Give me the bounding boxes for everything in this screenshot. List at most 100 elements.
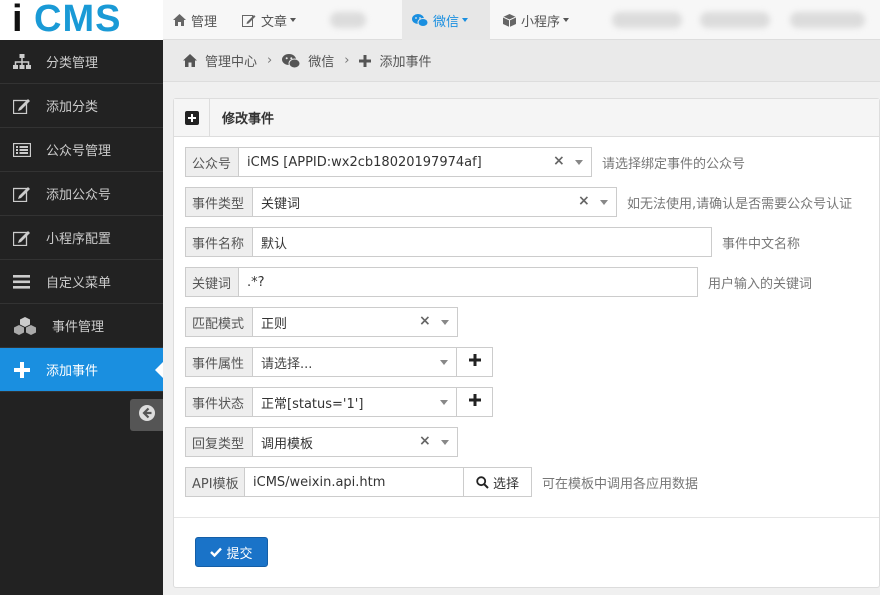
sidebar-item-miniprogram-config[interactable]: 小程序配置 <box>0 216 163 260</box>
choose-template-label: 选择 <box>493 476 520 492</box>
breadcrumb: 管理中心 › 微信 › 添加事件 <box>163 40 880 82</box>
edit-icon <box>12 228 32 248</box>
list-icon <box>12 140 32 160</box>
top-navbar: i CMS 管理 文章 微信 小程序 <box>0 0 880 40</box>
event-attr-row: 事件属性 请选择... <box>185 347 493 377</box>
wechat-icon <box>282 53 301 68</box>
bars-icon <box>12 272 32 292</box>
search-icon <box>476 475 489 489</box>
breadcrumb-item-wechat[interactable]: 微信 <box>308 51 334 70</box>
event-attr-select[interactable]: 请选择... <box>253 347 457 377</box>
plus-square-icon <box>174 98 210 137</box>
api-template-input[interactable]: iCMS/weixin.api.htm <box>245 467 464 497</box>
event-name-value: 默认 <box>261 236 288 252</box>
account-select[interactable]: iCMS [APPID:wx2cb18020197974af] × <box>239 147 592 177</box>
keyword-row: 关键词 .*? 用户输入的关键词 <box>185 267 812 297</box>
match-mode-select[interactable]: 正则 × <box>253 307 458 337</box>
sidebar-item-label: 添加公众号 <box>46 188 112 203</box>
blurred-nav <box>330 12 366 28</box>
nav-wechat[interactable]: 微信 <box>402 0 490 40</box>
clear-icon[interactable]: × <box>578 193 590 209</box>
sidebar-item-event-manage[interactable]: 事件管理 <box>0 304 163 348</box>
submit-button[interactable]: 提交 <box>195 537 268 567</box>
blurred-nav <box>700 12 770 28</box>
arrow-circle-left-icon <box>138 405 155 425</box>
event-type-help: 如无法使用,请确认是否需要公众号认证 <box>627 196 853 212</box>
chevron-right-icon: › <box>267 53 273 68</box>
account-label: 公众号 <box>185 147 239 177</box>
nav-manage[interactable]: 管理 <box>163 0 227 40</box>
api-template-value: iCMS/weixin.api.htm <box>253 474 386 490</box>
match-mode-row: 匹配模式 正则 × <box>185 307 458 337</box>
clear-icon[interactable]: × <box>419 313 431 329</box>
sidebar-item-label: 自定义菜单 <box>46 276 112 291</box>
sidebar-item-label: 添加分类 <box>46 100 99 115</box>
edit-event-panel: 修改事件 公众号 iCMS [APPID:wx2cb18020197974af]… <box>173 98 880 588</box>
account-help: 请选择绑定事件的公众号 <box>602 156 746 172</box>
sidebar-item-account-manage[interactable]: 公众号管理 <box>0 128 163 172</box>
logo[interactable]: i CMS <box>0 0 163 40</box>
wechat-icon <box>412 13 428 27</box>
add-event-attr-button[interactable] <box>457 347 493 377</box>
caret-down-icon <box>440 360 448 365</box>
sidebar-collapse-button[interactable] <box>130 399 163 431</box>
event-type-row: 事件类型 关键词 × 如无法使用,请确认是否需要公众号认证 <box>185 187 852 217</box>
home-icon <box>183 54 197 67</box>
chevron-down-icon <box>462 18 469 22</box>
reply-type-select[interactable]: 调用模板 × <box>253 427 458 457</box>
sidebar-item-category-manage[interactable]: 分类管理 <box>0 40 163 84</box>
cube-icon <box>503 13 516 27</box>
caret-down-icon <box>441 440 449 445</box>
sidebar-item-label: 添加事件 <box>46 364 99 379</box>
event-status-select[interactable]: 正常[status='1'] <box>253 387 457 417</box>
plus-icon <box>468 394 481 410</box>
api-template-help: 可在模板中调用各应用数据 <box>542 476 699 492</box>
event-type-value: 关键词 <box>261 196 301 212</box>
form-divider <box>174 517 879 518</box>
keyword-input[interactable]: .*? <box>239 267 698 297</box>
event-type-label: 事件类型 <box>185 187 253 217</box>
breadcrumb-item-add-event: 添加事件 <box>379 55 432 70</box>
api-template-label: API模板 <box>185 467 245 497</box>
event-attr-label: 事件属性 <box>185 347 253 377</box>
caret-down-icon <box>440 400 448 405</box>
sidebar-item-label: 分类管理 <box>46 56 99 71</box>
clear-icon[interactable]: × <box>419 433 431 449</box>
nav-article[interactable]: 文章 <box>232 0 306 40</box>
keyword-help: 用户输入的关键词 <box>708 276 813 292</box>
panel-header: 修改事件 <box>174 98 879 137</box>
blurred-nav <box>790 12 865 28</box>
breadcrumb-item-admin[interactable]: 管理中心 <box>205 51 257 70</box>
sidebar-item-label: 公众号管理 <box>46 144 112 159</box>
blurred-nav <box>612 12 682 28</box>
sidebar-item-add-account[interactable]: 添加公众号 <box>0 172 163 216</box>
sidebar-item-add-event[interactable]: 添加事件 <box>0 348 163 392</box>
match-mode-value: 正则 <box>261 316 288 332</box>
sidebar: 分类管理 添加分类 公众号管理 添加公众号 小程序配置 自定义菜单 事件管理 添… <box>0 40 163 595</box>
reply-type-label: 回复类型 <box>185 427 253 457</box>
account-row: 公众号 iCMS [APPID:wx2cb18020197974af] × 请选… <box>185 147 745 177</box>
event-type-select[interactable]: 关键词 × <box>253 187 617 217</box>
choose-template-button[interactable]: 选择 <box>464 467 533 497</box>
plus-icon <box>359 54 372 67</box>
event-name-help: 事件中文名称 <box>722 236 801 252</box>
nav-miniprogram[interactable]: 小程序 <box>493 0 579 40</box>
clear-icon[interactable]: × <box>553 153 565 169</box>
logo-i: i <box>12 0 23 40</box>
api-template-row: API模板 iCMS/weixin.api.htm 选择 可在模板中调用各应用数… <box>185 467 698 497</box>
event-status-label: 事件状态 <box>185 387 253 417</box>
event-name-row: 事件名称 默认 事件中文名称 <box>185 227 800 257</box>
sidebar-item-label: 事件管理 <box>52 320 105 335</box>
sidebar-item-add-category[interactable]: 添加分类 <box>0 84 163 128</box>
submit-label: 提交 <box>226 546 253 562</box>
event-name-input[interactable]: 默认 <box>253 227 712 257</box>
add-event-status-button[interactable] <box>457 387 493 417</box>
cubes-icon <box>12 316 38 336</box>
sidebar-item-custom-menu[interactable]: 自定义菜单 <box>0 260 163 304</box>
event-name-label: 事件名称 <box>185 227 253 257</box>
plus-icon <box>468 354 481 370</box>
match-mode-label: 匹配模式 <box>185 307 253 337</box>
nav-article-label: 文章 <box>261 14 288 30</box>
edit-icon <box>12 184 32 204</box>
panel-title: 修改事件 <box>222 112 275 127</box>
